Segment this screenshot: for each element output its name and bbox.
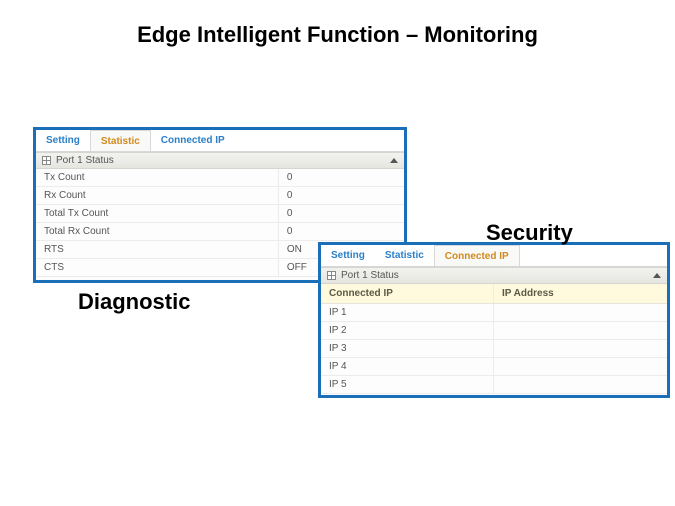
ip-value xyxy=(494,322,667,339)
ip-value xyxy=(494,340,667,357)
table-row: Total Rx Count 0 xyxy=(36,223,404,241)
table-row: IP 5 xyxy=(321,376,667,394)
stat-label: Total Tx Count xyxy=(36,205,279,222)
diagnostic-caption: Diagnostic xyxy=(78,289,190,315)
column-header-ip-address: IP Address xyxy=(494,284,667,303)
tab-connected-ip[interactable]: Connected IP xyxy=(151,130,235,151)
tab-setting[interactable]: Setting xyxy=(36,130,90,151)
stat-label: RTS xyxy=(36,241,279,258)
diagnostic-tabs: Setting Statistic Connected IP xyxy=(36,130,404,152)
ip-value xyxy=(494,304,667,321)
security-section-header[interactable]: Port 1 Status xyxy=(321,267,667,284)
tab-statistic[interactable]: Statistic xyxy=(90,130,151,151)
security-tabs: Setting Statistic Connected IP xyxy=(321,245,667,267)
stat-label: Tx Count xyxy=(36,169,279,186)
ip-label: IP 4 xyxy=(321,358,494,375)
chevron-up-icon xyxy=(390,158,398,163)
stat-label: CTS xyxy=(36,259,279,276)
ip-label: IP 2 xyxy=(321,322,494,339)
table-row: IP 4 xyxy=(321,358,667,376)
tab-connected-ip[interactable]: Connected IP xyxy=(434,245,520,266)
page-title: Edge Intelligent Function – Monitoring xyxy=(0,22,675,48)
stat-value: 0 xyxy=(279,205,404,222)
grid-icon xyxy=(327,271,336,280)
diagnostic-section-header[interactable]: Port 1 Status xyxy=(36,152,404,169)
security-caption: Security xyxy=(486,220,573,246)
ip-label: IP 1 xyxy=(321,304,494,321)
table-row: IP 2 xyxy=(321,322,667,340)
diagnostic-section-title: Port 1 Status xyxy=(56,155,114,166)
ip-label: IP 5 xyxy=(321,376,494,393)
table-row: IP 3 xyxy=(321,340,667,358)
stat-value: 0 xyxy=(279,223,404,240)
column-header-connected-ip: Connected IP xyxy=(321,284,494,303)
table-row: Rx Count 0 xyxy=(36,187,404,205)
tab-setting[interactable]: Setting xyxy=(321,245,375,266)
ip-value xyxy=(494,358,667,375)
chevron-up-icon xyxy=(653,273,661,278)
table-row: IP 1 xyxy=(321,304,667,322)
security-column-header: Connected IP IP Address xyxy=(321,284,667,304)
tab-statistic[interactable]: Statistic xyxy=(375,245,434,266)
table-row: Total Tx Count 0 xyxy=(36,205,404,223)
security-panel: Setting Statistic Connected IP Port 1 St… xyxy=(318,242,670,398)
security-section-title: Port 1 Status xyxy=(341,270,399,281)
stat-value: 0 xyxy=(279,169,404,186)
stat-label: Total Rx Count xyxy=(36,223,279,240)
stat-value: 0 xyxy=(279,187,404,204)
ip-value xyxy=(494,376,667,393)
ip-label: IP 3 xyxy=(321,340,494,357)
grid-icon xyxy=(42,156,51,165)
stat-label: Rx Count xyxy=(36,187,279,204)
table-row: Tx Count 0 xyxy=(36,169,404,187)
